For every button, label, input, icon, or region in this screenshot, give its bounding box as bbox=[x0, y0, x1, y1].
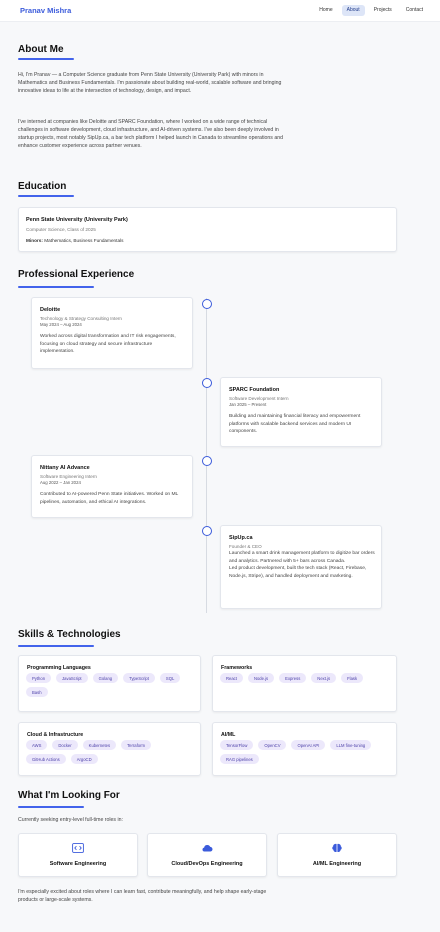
skill-chip: TypeScript bbox=[123, 673, 155, 683]
skill-chip: RAG pipelines bbox=[220, 754, 259, 764]
brand-logo[interactable]: Pranav Mishra bbox=[20, 6, 71, 15]
experience-card-sparc: SPARC Foundation Software Development In… bbox=[220, 377, 382, 447]
role-label: AI/ML Engineering bbox=[312, 861, 362, 867]
skill-chip: Express bbox=[279, 673, 307, 683]
job-dates: May 2024 – Aug 2024 bbox=[40, 322, 82, 327]
nav-links: Home About Projects Contact bbox=[314, 5, 428, 16]
skill-chip: TensorFlow bbox=[220, 740, 254, 750]
role-card-aiml: AI/ML Engineering bbox=[277, 833, 397, 877]
skill-chip: Docker bbox=[52, 740, 78, 750]
role-label: Software Engineering bbox=[49, 861, 107, 867]
skill-group-title: Programming Languages bbox=[27, 665, 91, 671]
skill-chip: Golang bbox=[92, 673, 119, 683]
skill-chip: Kubernetes bbox=[82, 740, 117, 750]
job-role: Software Engineering Intern bbox=[40, 473, 97, 479]
skill-chip: Flask bbox=[341, 673, 364, 683]
job-description: Building and maintaining financial liter… bbox=[229, 414, 361, 434]
job-dates: Aug 2022 – Jan 2024 bbox=[40, 480, 81, 485]
job-dates: Jan 2025 – Present bbox=[229, 402, 267, 407]
education-heading: Education bbox=[18, 181, 67, 192]
skill-card-frameworks: Frameworks React Node.js Express Next.js… bbox=[212, 655, 397, 712]
minors: Minors: Mathematics, Business Fundamenta… bbox=[26, 238, 123, 243]
timeline-dot bbox=[201, 378, 212, 388]
looking-intro: Currently seeking entry-level full-time … bbox=[18, 817, 123, 823]
nav-contact[interactable]: Contact bbox=[401, 5, 428, 16]
skill-chip: Bash bbox=[26, 687, 48, 697]
nav-about[interactable]: About bbox=[341, 5, 365, 16]
company-name: SipUp.ca bbox=[229, 535, 253, 541]
skill-chip: Python bbox=[26, 673, 52, 683]
experience-card-sipup: SipUp.ca Founder & CEO Launched a smart … bbox=[220, 525, 382, 609]
skill-chip: Node.js bbox=[247, 673, 275, 683]
job-role: Software Development Intern bbox=[229, 395, 289, 401]
top-nav: Pranav Mishra Home About Projects Contac… bbox=[0, 0, 440, 22]
skill-chips: React Node.js Express Next.js Flask bbox=[220, 673, 390, 683]
skill-group-title: AI/ML bbox=[221, 732, 236, 738]
skill-chip: AWS bbox=[26, 740, 48, 750]
degree: Computer Science, Class of 2025 bbox=[26, 227, 96, 232]
timeline-dot bbox=[201, 456, 212, 466]
role-card-software: Software Engineering bbox=[18, 833, 138, 877]
skill-chip: OpenAI API bbox=[291, 740, 326, 750]
skill-chip: Terraform bbox=[121, 740, 151, 750]
job-role: Founder & CEO bbox=[229, 543, 262, 549]
job-description: Worked across digital transformation and… bbox=[40, 334, 176, 354]
job-description: Launched a smart drink management platfo… bbox=[229, 551, 375, 564]
looking-outro: I'm especially excited about roles where… bbox=[18, 889, 267, 904]
education-underline bbox=[18, 195, 74, 197]
job-description-2: Led product development, built the tech … bbox=[229, 566, 367, 579]
skills-underline bbox=[18, 645, 94, 647]
skill-chips: AWS Docker Kubernetes Terraform GitHub A… bbox=[26, 740, 194, 764]
looking-underline bbox=[18, 806, 84, 808]
company-name: Nittany AI Advance bbox=[40, 465, 90, 471]
brain-icon bbox=[332, 843, 342, 853]
role-card-cloud: Cloud/DevOps Engineering bbox=[147, 833, 267, 877]
company-name: SPARC Foundation bbox=[229, 387, 280, 393]
experience-card-deloitte: Deloitte Technology & Strategy Consultin… bbox=[31, 297, 193, 369]
skill-chip: JavaScript bbox=[56, 673, 88, 683]
skill-chip: LLM fine-tuning bbox=[330, 740, 372, 750]
skill-group-title: Frameworks bbox=[221, 665, 253, 671]
skill-chip: React bbox=[220, 673, 243, 683]
job-role: Technology & Strategy Consulting Intern bbox=[40, 315, 122, 321]
skill-group-title: Cloud & Infrastructure bbox=[27, 732, 84, 738]
skill-chip: ArgoCD bbox=[70, 754, 98, 764]
code-icon bbox=[72, 843, 84, 853]
experience-heading: Professional Experience bbox=[18, 269, 135, 280]
minors-value: Mathematics, Business Fundamentals bbox=[44, 238, 124, 243]
nav-projects[interactable]: Projects bbox=[369, 5, 397, 16]
school-name: Penn State University (University Park) bbox=[26, 217, 128, 223]
education-card: Penn State University (University Park) … bbox=[18, 207, 397, 252]
skill-card-programming: Programming Languages Python JavaScript … bbox=[18, 655, 201, 712]
experience-underline bbox=[18, 286, 94, 288]
company-name: Deloitte bbox=[40, 307, 61, 313]
about-paragraph-2: I've interned at companies like Deloitte… bbox=[18, 119, 284, 150]
cloud-icon bbox=[202, 844, 213, 852]
skill-chip: OpenCV bbox=[258, 740, 287, 750]
skill-chips: Python JavaScript Golang TypeScript SQL … bbox=[26, 673, 194, 697]
skill-chip: SQL bbox=[159, 673, 181, 683]
looking-heading: What I'm Looking For bbox=[18, 790, 120, 801]
timeline-dot bbox=[201, 299, 212, 309]
skill-card-aiml: AI/ML TensorFlow OpenCV OpenAI API LLM f… bbox=[212, 722, 397, 776]
skill-chips: TensorFlow OpenCV OpenAI API LLM fine-tu… bbox=[220, 740, 390, 764]
about-heading: About Me bbox=[18, 44, 64, 55]
skill-card-cloud: Cloud & Infrastructure AWS Docker Kubern… bbox=[18, 722, 201, 776]
skill-chip: GitHub Actions bbox=[26, 754, 66, 764]
skills-heading: Skills & Technologies bbox=[18, 629, 121, 640]
about-paragraph-1: Hi, I'm Pranav — a Computer Science grad… bbox=[18, 72, 282, 95]
job-description: Contributed to AI-powered Penn State ini… bbox=[40, 492, 179, 505]
about-underline bbox=[18, 58, 74, 60]
skill-chip: Next.js bbox=[311, 673, 337, 683]
minors-label: Minors: bbox=[26, 238, 43, 243]
nav-home[interactable]: Home bbox=[314, 5, 337, 16]
role-label: Cloud/DevOps Engineering bbox=[171, 861, 243, 867]
experience-card-nittany: Nittany AI Advance Software Engineering … bbox=[31, 455, 193, 518]
timeline-dot bbox=[201, 526, 212, 536]
